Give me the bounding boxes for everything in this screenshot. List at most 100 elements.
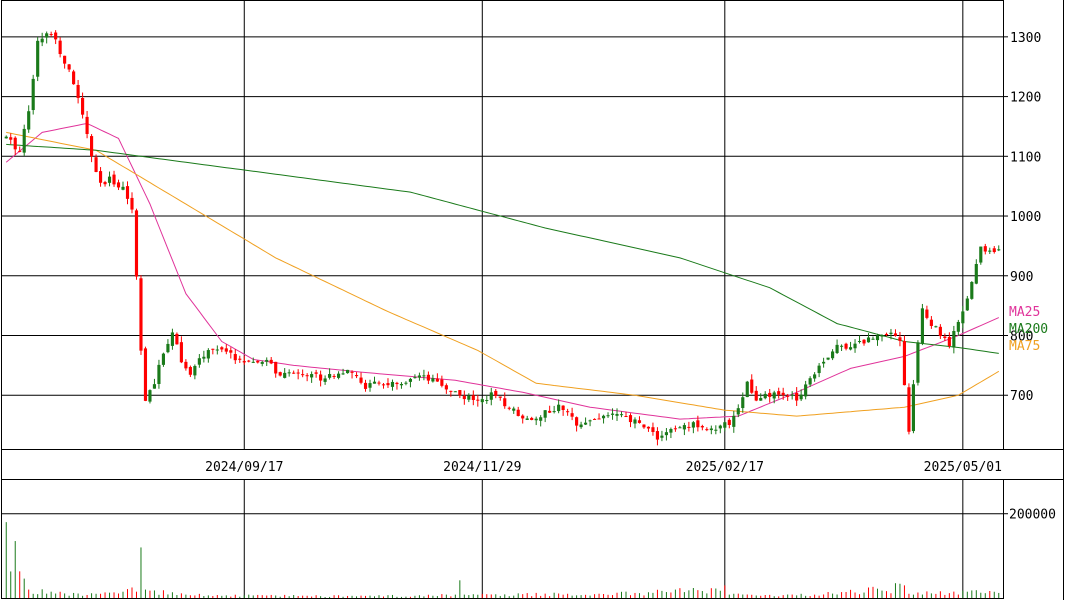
candle-body — [673, 428, 677, 430]
candle-body — [525, 418, 529, 420]
candle-body — [651, 427, 655, 433]
candle-body — [777, 391, 781, 395]
candle-body — [107, 176, 112, 183]
candle-body — [507, 407, 511, 409]
candle-body — [534, 418, 538, 421]
candle-body — [45, 33, 49, 38]
candle-body — [947, 336, 951, 346]
candle-body — [669, 429, 673, 433]
candle-body — [476, 399, 480, 401]
candle-body — [453, 391, 457, 393]
candle-body — [72, 71, 76, 85]
candle-body — [345, 369, 350, 374]
candle-body — [408, 378, 413, 382]
candle-body — [328, 374, 332, 378]
candle-body — [822, 361, 826, 364]
candle-body — [786, 395, 790, 397]
candle-body — [269, 359, 273, 364]
candle-body — [27, 111, 31, 130]
candle-body — [58, 40, 62, 55]
price-tick-label: 1300 — [1010, 31, 1041, 46]
candle-body — [233, 354, 237, 361]
candle-body — [606, 415, 610, 417]
candle-body — [170, 332, 174, 346]
candle-body — [552, 411, 556, 413]
candle-body — [494, 390, 498, 396]
candle-body — [592, 418, 597, 420]
candle-body — [31, 78, 35, 111]
date-label: 2025/05/01 — [924, 460, 1002, 475]
candle-body — [813, 374, 817, 379]
candle-body — [871, 338, 875, 340]
candle-body — [485, 399, 489, 401]
candle-body — [98, 171, 103, 183]
candle-body — [63, 55, 67, 64]
candle-body — [660, 435, 664, 438]
date-label: 2024/09/17 — [205, 460, 283, 475]
candle-body — [18, 150, 22, 152]
candle-body — [247, 360, 251, 362]
candle-body — [179, 342, 183, 363]
candle-body — [489, 392, 493, 400]
candle-body — [862, 339, 866, 344]
price-tick-label: 1200 — [1010, 91, 1041, 106]
price-tick-label: 900 — [1010, 270, 1033, 285]
candle-body — [601, 415, 606, 419]
candle-body — [619, 414, 624, 416]
candle-body — [970, 282, 974, 299]
candle-body — [831, 351, 835, 359]
candle-body — [655, 431, 660, 440]
candle-body — [952, 330, 956, 348]
candle-body — [90, 136, 94, 157]
candle-body — [902, 341, 907, 386]
candle-body — [215, 349, 219, 351]
candle-body — [907, 387, 911, 432]
candle-body — [857, 341, 862, 343]
candle-body — [422, 375, 426, 377]
candle-body — [750, 379, 754, 393]
candle-body — [853, 343, 857, 349]
candle-body — [521, 415, 525, 419]
candle-body — [354, 375, 359, 377]
candle-body — [795, 392, 799, 401]
candle-body — [40, 38, 44, 43]
candle-body — [283, 372, 287, 378]
candle-body — [94, 157, 98, 173]
candle-body — [184, 361, 188, 369]
candle-body — [148, 390, 152, 402]
date-label: 2024/11/29 — [443, 460, 521, 475]
candle-body — [727, 419, 731, 425]
candle-body — [530, 417, 534, 420]
candle-body — [817, 365, 821, 374]
candle-body — [575, 417, 579, 426]
candle-body — [337, 373, 341, 378]
candle-body — [480, 399, 484, 403]
candle-body — [363, 382, 368, 389]
candle-body — [736, 408, 740, 415]
candle-body — [965, 298, 969, 311]
candle-body — [943, 336, 947, 338]
candle-body — [417, 375, 421, 378]
candle-body — [22, 128, 26, 153]
candle-body — [835, 344, 839, 354]
candle-body — [125, 186, 130, 199]
candle-body — [103, 182, 107, 185]
candle-body — [781, 392, 785, 396]
candle-body — [251, 361, 255, 363]
candle-body — [566, 411, 570, 413]
candle-body — [925, 309, 929, 318]
candle-body — [54, 32, 58, 40]
candle-body — [292, 372, 296, 374]
candle-body — [700, 426, 704, 428]
candle-body — [705, 429, 709, 431]
candle-body — [588, 420, 592, 422]
candle-body — [934, 326, 938, 328]
candle-body — [49, 34, 53, 36]
candle-body — [462, 395, 466, 400]
price-tick-label: 700 — [1010, 389, 1033, 404]
candle-body — [467, 395, 471, 400]
candle-body — [543, 410, 547, 418]
candle-body — [642, 424, 646, 428]
candle-body — [664, 432, 668, 436]
candle-body — [979, 246, 983, 263]
